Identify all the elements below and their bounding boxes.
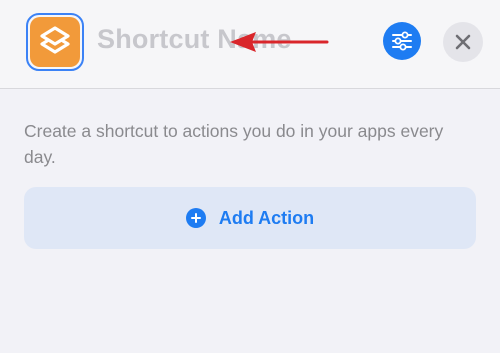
add-action-button[interactable]: Add Action (24, 187, 476, 249)
shortcuts-layers-icon (30, 17, 80, 67)
shortcut-icon-button[interactable] (26, 13, 84, 71)
annotation-arrow (230, 32, 329, 52)
close-icon (455, 34, 471, 50)
shortcut-description: Create a shortcut to actions you do in y… (24, 121, 444, 167)
settings-button[interactable] (383, 22, 421, 60)
plus-circle-icon (185, 208, 206, 228)
shortcut-editor-header: Shortcut Name (0, 0, 500, 89)
close-button[interactable] (443, 22, 483, 62)
add-action-label: Add Action (218, 207, 315, 228)
sliders-icon (392, 31, 412, 51)
